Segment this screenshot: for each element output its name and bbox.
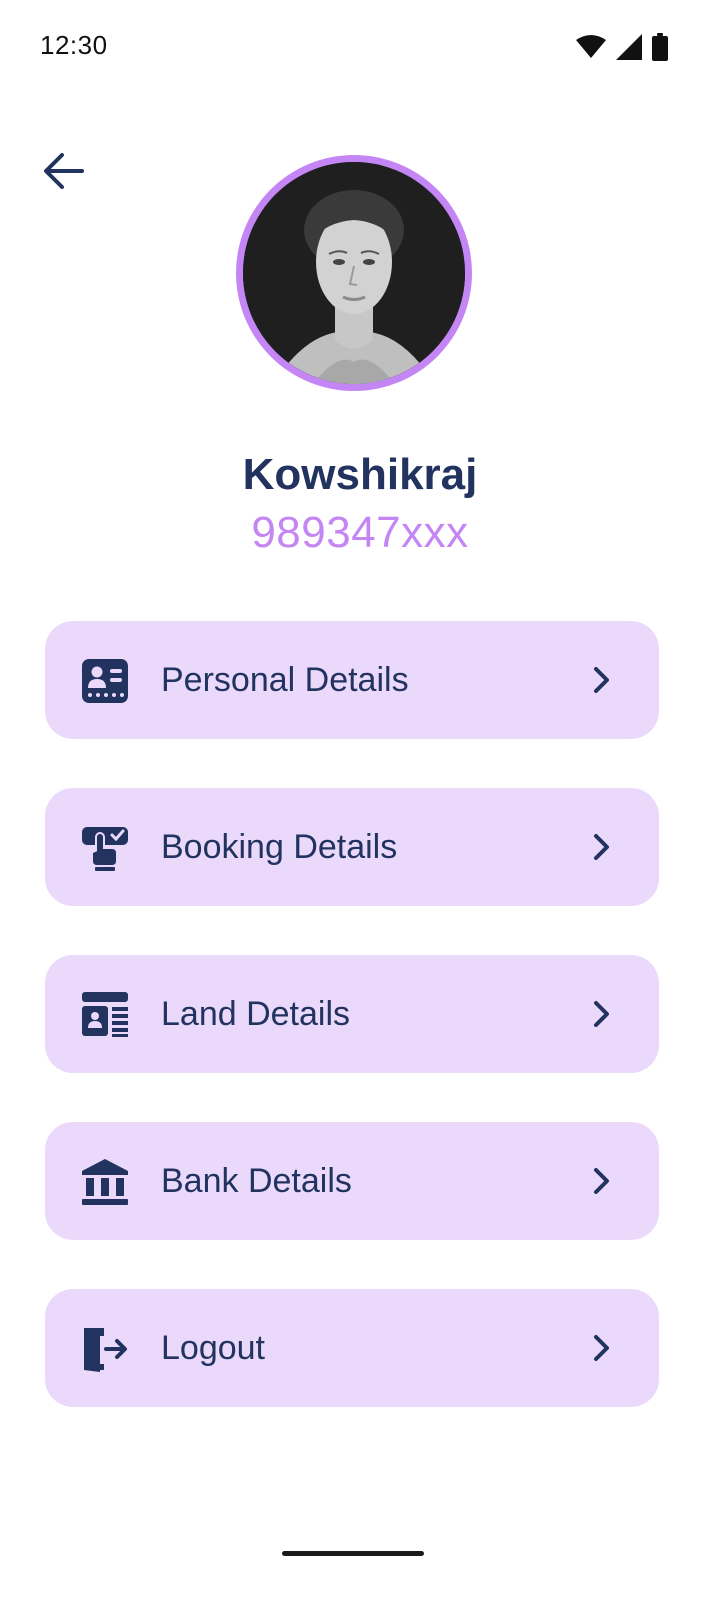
id-card-icon <box>80 656 130 706</box>
booking-hand-icon <box>80 823 130 873</box>
personal-details-button[interactable]: Personal Details <box>45 621 659 739</box>
chevron-right-icon <box>587 1333 615 1363</box>
profile-name: Kowshikraj <box>242 450 478 499</box>
personal-details-label: Personal Details <box>161 661 409 699</box>
back-button[interactable] <box>38 148 88 198</box>
status-bar: 12:30 <box>0 0 720 96</box>
status-icons <box>576 33 668 61</box>
logout-button[interactable]: Logout <box>45 1289 659 1407</box>
bank-icon <box>80 1157 130 1207</box>
logout-label: Logout <box>161 1329 265 1367</box>
arrow-left-icon <box>42 152 84 195</box>
home-indicator[interactable] <box>282 1551 424 1556</box>
profile-phone: 989347xxx <box>251 508 469 557</box>
signal-icon <box>616 34 642 60</box>
chevron-right-icon <box>587 1166 615 1196</box>
chevron-right-icon <box>587 832 615 862</box>
bank-details-label: Bank Details <box>161 1162 352 1200</box>
bank-details-button[interactable]: Bank Details <box>45 1122 659 1240</box>
land-document-icon <box>80 990 130 1040</box>
land-details-button[interactable]: Land Details <box>45 955 659 1073</box>
chevron-right-icon <box>587 999 615 1029</box>
land-details-label: Land Details <box>161 995 351 1033</box>
battery-icon <box>652 33 668 61</box>
logout-icon <box>80 1324 130 1374</box>
wifi-icon <box>576 35 606 59</box>
booking-details-label: Booking Details <box>161 828 398 866</box>
profile-menu: Personal Details Booking Details Land De… <box>45 621 659 1456</box>
avatar-photo <box>243 162 465 384</box>
avatar <box>236 155 472 391</box>
booking-details-button[interactable]: Booking Details <box>45 788 659 906</box>
chevron-right-icon <box>587 665 615 695</box>
status-time: 12:30 <box>40 30 108 60</box>
